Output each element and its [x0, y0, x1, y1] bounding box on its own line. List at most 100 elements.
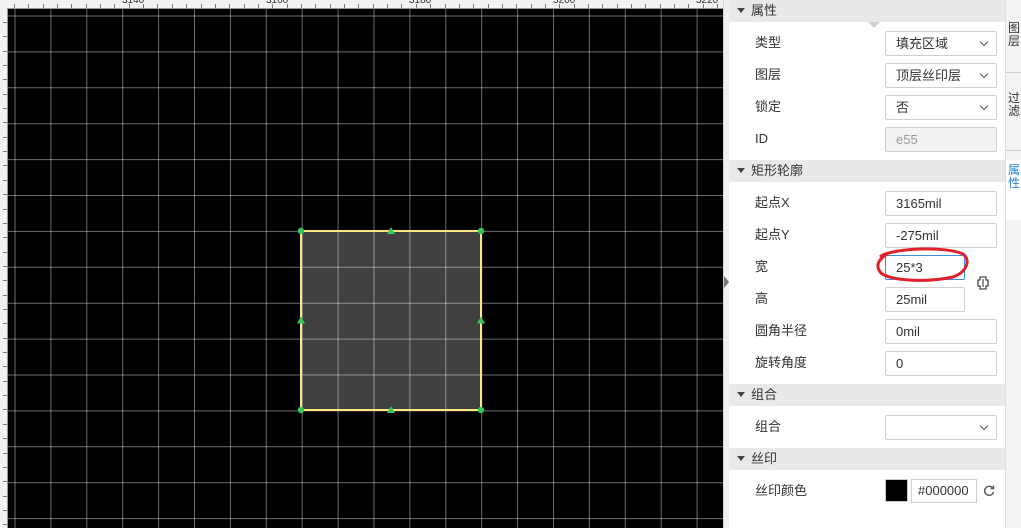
- ruler-label: 3220: [696, 0, 719, 6]
- chevron-down-icon: [979, 37, 989, 47]
- tab-divider: [1006, 150, 1021, 151]
- ruler-tick: [3, 36, 7, 37]
- caret-down-icon: [737, 456, 745, 461]
- rotation-input[interactable]: 0: [885, 351, 997, 376]
- refresh-icon[interactable]: [982, 484, 996, 498]
- pcb-canvas[interactable]: 3140 3160 3180 3200 3220: [0, 0, 723, 528]
- ruler-tick: [3, 151, 7, 152]
- tab-layers[interactable]: 图层: [1006, 22, 1021, 72]
- ruler-tick: [3, 209, 7, 210]
- ruler-tick: [602, 4, 603, 8]
- caret-down-icon: [737, 392, 745, 397]
- corner-radius-input[interactable]: 0mil: [885, 319, 997, 344]
- rotation-label: 旋转角度: [755, 355, 808, 370]
- id-label: ID: [755, 131, 768, 146]
- type-select[interactable]: 填充区域: [885, 31, 997, 56]
- lock-value: 否: [896, 100, 910, 115]
- ruler-horizontal: 3140 3160 3180 3200 3220: [0, 0, 723, 9]
- ruler-tick: [516, 4, 517, 8]
- silk-color-label: 丝印颜色: [755, 483, 808, 498]
- ruler-tick: [3, 295, 7, 296]
- section-title: 属性: [751, 3, 778, 18]
- chevron-down-icon: [979, 101, 989, 111]
- section-header-group[interactable]: 组合: [729, 384, 1005, 406]
- corner-handle: [477, 406, 485, 414]
- ruler-tick: [143, 4, 144, 8]
- tab-divider: [1006, 72, 1021, 73]
- type-value: 填充区域: [896, 36, 949, 51]
- chevron-down-icon: [979, 421, 989, 431]
- ruler-tick: [3, 122, 7, 123]
- ruler-tick: [3, 108, 7, 109]
- ruler-tick: [401, 4, 402, 8]
- layer-select[interactable]: 顶层丝印层: [885, 63, 997, 88]
- ruler-tick: [473, 4, 474, 8]
- tab-filter[interactable]: 过滤: [1006, 92, 1021, 148]
- ruler-tick: [3, 237, 7, 238]
- ruler-tick: [574, 4, 575, 8]
- ruler-tick: [358, 4, 359, 8]
- ruler-tick: [100, 4, 101, 8]
- ruler-tick: [129, 4, 130, 8]
- ruler-tick: [3, 524, 7, 525]
- ruler-tick: [3, 94, 7, 95]
- ruler-vertical: [0, 8, 8, 528]
- ruler-label: 3140: [122, 0, 145, 6]
- ruler-tick: [631, 4, 632, 8]
- ruler-tick: [186, 4, 187, 8]
- ruler-label: 3160: [266, 0, 289, 6]
- ruler-tick: [3, 79, 7, 80]
- ruler-tick: [3, 266, 7, 267]
- ruler-tick: [430, 4, 431, 8]
- ruler-tick: [3, 280, 7, 281]
- caret-down-icon: [737, 168, 745, 173]
- properties-panel: 属性 类型 填充区域 图层 顶层丝印层 锁定 否 ID e55 矩形轮廓 起点X…: [729, 0, 1005, 528]
- start-y-label: 起点Y: [755, 227, 790, 242]
- ruler-tick: [660, 4, 661, 8]
- ruler-tick: [344, 4, 345, 8]
- height-label: 高: [755, 291, 769, 306]
- start-y-input[interactable]: -275mil: [885, 223, 997, 248]
- start-x-input[interactable]: 3165mil: [885, 191, 997, 216]
- ruler-tick: [172, 4, 173, 8]
- ruler-tick: [57, 4, 58, 8]
- ruler-tick: [3, 323, 7, 324]
- ruler-tick: [373, 4, 374, 8]
- ruler-tick: [3, 137, 7, 138]
- ruler-tick: [717, 4, 718, 8]
- width-label: 宽: [755, 259, 769, 274]
- color-swatch[interactable]: [885, 479, 908, 502]
- corner-handle: [477, 227, 485, 235]
- section-title: 组合: [751, 387, 778, 402]
- ruler-tick: [3, 481, 7, 482]
- lock-select[interactable]: 否: [885, 95, 997, 120]
- type-label: 类型: [755, 35, 782, 50]
- ruler-tick: [3, 409, 7, 410]
- section-header-attributes[interactable]: 属性: [729, 0, 1005, 22]
- ruler-tick: [43, 4, 44, 8]
- lock-label: 锁定: [755, 99, 782, 114]
- ruler-tick: [3, 352, 7, 353]
- section-header-rect[interactable]: 矩形轮廓: [729, 160, 1005, 182]
- ruler-tick: [272, 4, 273, 8]
- ruler-tick: [3, 395, 7, 396]
- color-hex-input[interactable]: #000000: [911, 479, 977, 503]
- start-x-label: 起点X: [755, 195, 790, 210]
- ruler-tick: [258, 4, 259, 8]
- group-select[interactable]: [885, 415, 997, 440]
- ruler-tick: [502, 4, 503, 8]
- ruler-tick: [86, 4, 87, 8]
- ruler-tick: [71, 4, 72, 8]
- ruler-tick: [3, 438, 7, 439]
- chevron-down-icon: [979, 69, 989, 79]
- height-input[interactable]: 25mil: [885, 287, 965, 312]
- corner-handle: [297, 227, 305, 235]
- ruler-label: 3200: [553, 0, 576, 6]
- ruler-tick: [3, 496, 7, 497]
- side-tab-strip: 图层 过滤 属性: [1005, 0, 1021, 528]
- section-header-silk[interactable]: 丝印: [729, 448, 1005, 470]
- tab-properties[interactable]: 属性: [1006, 160, 1021, 220]
- ruler-tick: [445, 4, 446, 8]
- section-title: 矩形轮廓: [751, 163, 804, 178]
- ruler-tick: [488, 4, 489, 8]
